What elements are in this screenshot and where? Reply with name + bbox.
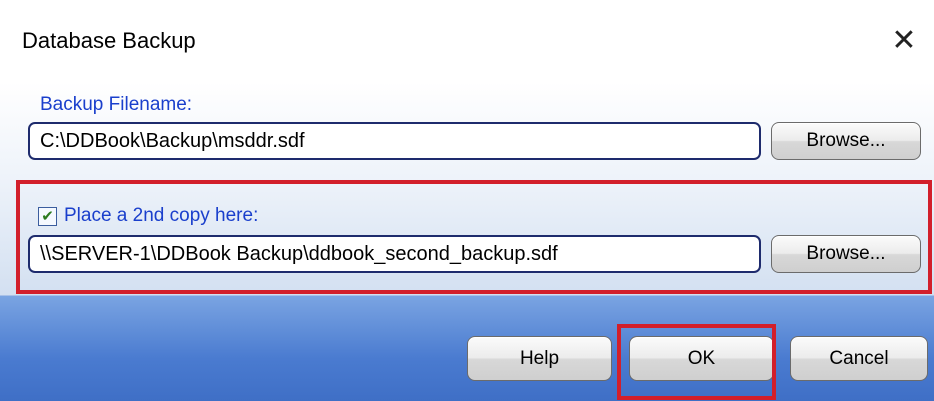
cancel-button[interactable]: Cancel [790, 336, 928, 381]
second-copy-path-input[interactable]: \\SERVER-1\DDBook Backup\ddbook_second_b… [28, 235, 761, 273]
checkmark-icon: ✔ [41, 208, 54, 225]
close-button[interactable]: ✕ [884, 20, 924, 60]
dialog-content: Backup Filename: C:\DDBook\Backup\msddr.… [0, 82, 934, 295]
second-copy-checkbox[interactable]: ✔ [38, 207, 57, 226]
second-copy-browse-button[interactable]: Browse... [771, 235, 921, 273]
title-bar: Database Backup ✕ [0, 0, 934, 82]
help-button[interactable]: Help [467, 336, 612, 381]
backup-filename-label: Backup Filename: [40, 94, 193, 115]
database-backup-dialog: Database Backup ✕ Backup Filename: C:\DD… [0, 0, 934, 401]
backup-filename-input[interactable]: C:\DDBook\Backup\msddr.sdf [28, 122, 761, 160]
dialog-footer: Help OK Cancel [0, 295, 934, 401]
window-title: Database Backup [22, 28, 196, 53]
backup-browse-button[interactable]: Browse... [771, 122, 921, 160]
close-icon: ✕ [891, 23, 917, 57]
second-copy-label: Place a 2nd copy here: [64, 205, 259, 226]
ok-button[interactable]: OK [629, 336, 774, 381]
